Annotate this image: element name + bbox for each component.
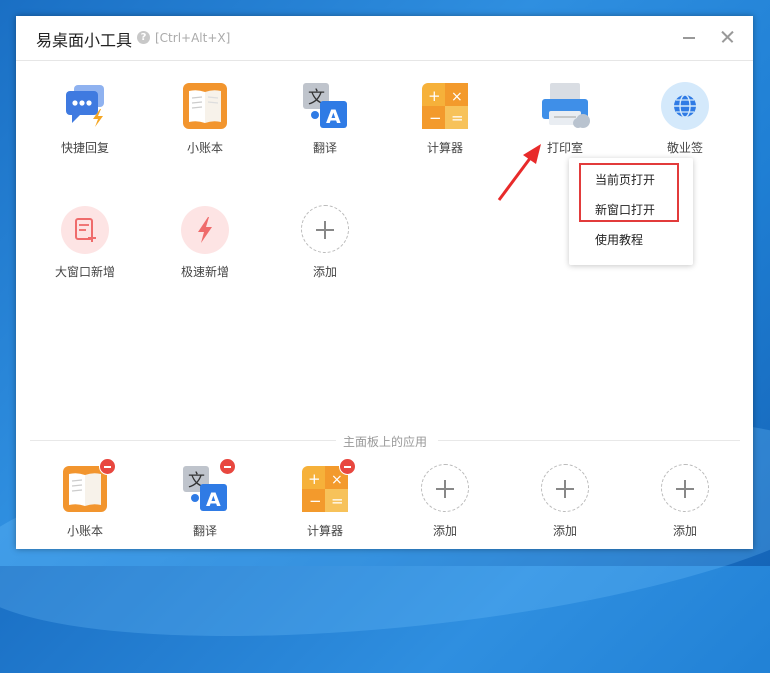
panel-add-button[interactable]: 添加: [635, 464, 735, 539]
section-divider-left: [30, 440, 336, 441]
title-bar: 易桌面小工具 ? [Ctrl+Alt+X]: [16, 16, 753, 61]
tool-window: 易桌面小工具 ? [Ctrl+Alt+X] 快捷回复 小账本 文 A 翻译 + …: [16, 16, 753, 549]
app-label: 计算器: [426, 141, 463, 155]
app-quick-reply[interactable]: 快捷回复: [35, 81, 135, 156]
svg-text:−: −: [309, 492, 322, 510]
translate-icon: 文 A: [300, 81, 350, 131]
panel-app-calculator[interactable]: + × − = 计算器: [275, 458, 375, 539]
app-label: 敬业签: [666, 141, 703, 155]
section-divider-right: [438, 440, 740, 441]
app-quick-add[interactable]: 极速新增: [155, 205, 255, 280]
svg-text:=: =: [331, 492, 344, 510]
app-label: 极速新增: [180, 265, 229, 279]
shortcut-hint: [Ctrl+Alt+X]: [155, 31, 231, 45]
svg-text:−: −: [429, 109, 442, 127]
minimize-button[interactable]: [680, 28, 698, 46]
panel-app-ledger[interactable]: 小账本: [35, 458, 135, 539]
add-icon: [541, 464, 589, 512]
window-title: 易桌面小工具: [36, 31, 133, 50]
svg-text:=: =: [451, 109, 464, 127]
app-label: 添加: [312, 265, 337, 279]
app-label: 大窗口新增: [54, 265, 115, 279]
app-label: 快捷回复: [60, 141, 109, 155]
app-label: 翻译: [312, 141, 337, 155]
printer-icon: [540, 81, 590, 131]
calculator-icon: + × − =: [300, 458, 356, 514]
remove-icon[interactable]: [339, 458, 356, 475]
svg-text:+: +: [308, 470, 321, 488]
add-app-button[interactable]: 添加: [275, 205, 375, 280]
ledger-book-icon: [60, 458, 116, 514]
app-large-window-add[interactable]: 大窗口新增: [35, 205, 135, 280]
lightning-icon: [180, 205, 230, 255]
help-icon[interactable]: ?: [137, 31, 150, 44]
app-label: 添加: [672, 524, 697, 538]
chat-reply-icon: [60, 81, 110, 131]
add-icon: [661, 464, 709, 512]
menu-item-tutorial[interactable]: 使用教程: [595, 231, 643, 248]
context-menu: 当前页打开 新窗口打开 使用教程: [569, 158, 693, 265]
section-title: 主面板上的应用: [341, 433, 430, 450]
app-label: 小账本: [66, 524, 103, 538]
remove-icon[interactable]: [219, 458, 236, 475]
remove-icon[interactable]: [99, 458, 116, 475]
svg-text:A: A: [206, 489, 221, 511]
app-calculator[interactable]: + × − = 计算器: [395, 81, 495, 156]
add-icon: [301, 205, 349, 253]
svg-text:A: A: [326, 106, 341, 128]
app-label: 添加: [432, 524, 457, 538]
panel-add-button[interactable]: 添加: [395, 464, 495, 539]
svg-text:+: +: [428, 87, 441, 105]
translate-icon: 文 A: [180, 458, 236, 514]
ledger-book-icon: [180, 81, 230, 131]
panel-app-translate[interactable]: 文 A 翻译: [155, 458, 255, 539]
close-button[interactable]: [719, 28, 737, 46]
globe-icon: [660, 81, 710, 131]
app-translate[interactable]: 文 A 翻译: [275, 81, 375, 156]
app-ledger[interactable]: 小账本: [155, 81, 255, 156]
calculator-icon: + × − =: [420, 81, 470, 131]
app-label: 添加: [552, 524, 577, 538]
app-label: 翻译: [192, 524, 217, 538]
app-label: 计算器: [306, 524, 343, 538]
annotation-arrow-icon: [497, 144, 541, 201]
svg-text:×: ×: [451, 89, 463, 105]
svg-text:×: ×: [331, 472, 343, 488]
app-label: 小账本: [186, 141, 223, 155]
note-add-icon: [60, 205, 110, 255]
app-jingyeqian[interactable]: 敬业签: [635, 81, 735, 156]
panel-add-button[interactable]: 添加: [515, 464, 615, 539]
add-icon: [421, 464, 469, 512]
highlight-box: [579, 163, 679, 222]
